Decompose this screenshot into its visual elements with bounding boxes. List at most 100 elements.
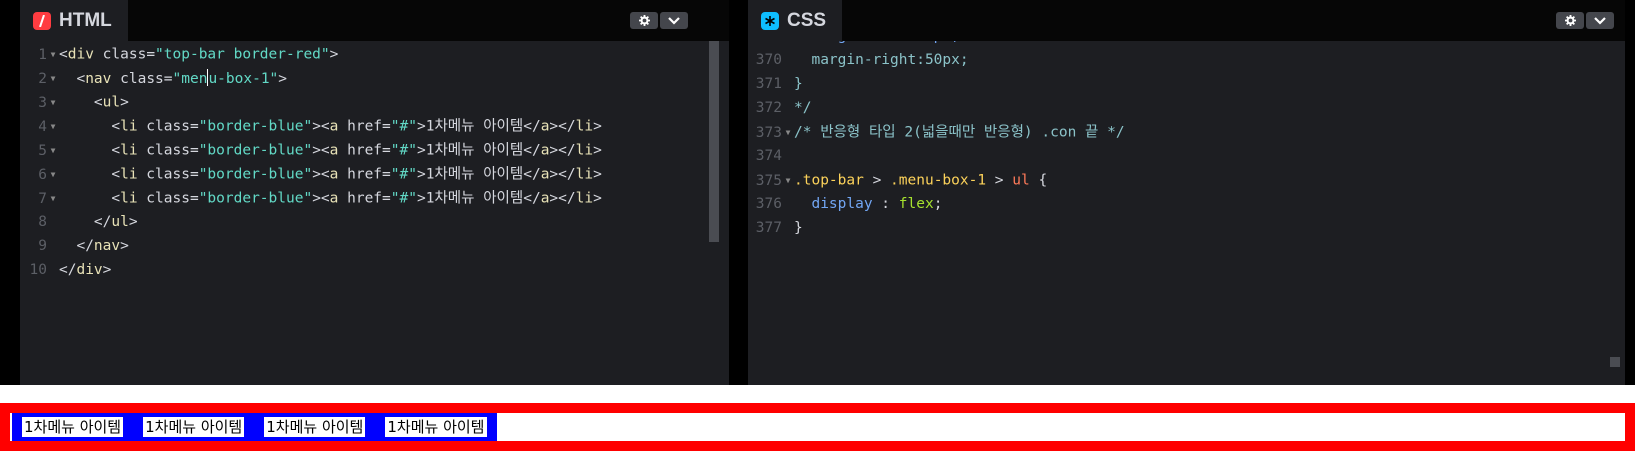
fold-arrow-icon[interactable]: ▼ — [47, 66, 59, 91]
code-token: "border-blue" — [198, 142, 313, 159]
css-code-editor[interactable]: 369 margin-left:50px;370 margin-right:50… — [748, 41, 1625, 385]
fold-arrow-icon[interactable]: ▼ — [47, 114, 59, 139]
fold-arrow-icon[interactable]: ▼ — [47, 90, 59, 115]
editor-area: HTML 1 ▼ <div class="top-bar border-red"> 2… — [0, 0, 1635, 385]
code-token: >< — [312, 142, 330, 159]
code-token: > — [416, 142, 426, 159]
code-line: 8 </ul> — [20, 210, 138, 235]
code-line: 377} — [748, 216, 803, 241]
line-number: 9 — [38, 238, 47, 254]
css-collapse-button[interactable] — [1586, 12, 1614, 29]
code-token: ></ — [549, 142, 576, 159]
code-line: 6 ▼ <li class="border-blue"><a href="#">1… — [20, 162, 602, 187]
code-token: ></ — [549, 166, 576, 183]
code-token: nav — [85, 70, 112, 87]
fold-arrow-icon[interactable]: ▼ — [782, 120, 794, 145]
code-token: >< — [312, 166, 330, 183]
code-text: </nav> — [59, 238, 129, 254]
code-token: class= — [93, 46, 156, 63]
code-token: ; — [933, 196, 943, 212]
code-line: 373 ▼/* 반응형 타입 2(넓을때만 반응형) .con 끝 */ — [748, 120, 1125, 145]
line-number: 6 — [38, 166, 47, 183]
fold-arrow-icon[interactable]: ▼ — [47, 162, 59, 187]
fold-arrow-icon[interactable]: ▼ — [47, 186, 59, 211]
fold-arrow-icon[interactable]: ▼ — [47, 42, 59, 67]
menu-box-1: 1차메뉴 아이템 1차메뉴 아이템 1차메뉴 아이템 1차메뉴 아이템 — [12, 413, 497, 441]
code-line: 375 ▼ .top-bar > .menu-box-1 > ul { — [748, 168, 1047, 193]
chevron-down-icon — [1594, 16, 1606, 25]
code-token: "#" — [390, 166, 417, 183]
code-token: ul — [102, 94, 121, 111]
code-token: > — [593, 190, 602, 207]
menu-item: 1차메뉴 아이템 — [143, 417, 265, 437]
css-settings-button[interactable] — [1556, 12, 1584, 29]
html-settings-button[interactable] — [630, 12, 658, 29]
code-line: 374 — [748, 144, 794, 169]
menu-item-link[interactable]: 1차메뉴 아이템 — [385, 417, 487, 437]
html-code-editor[interactable]: 1 ▼ <div class="top-bar border-red"> 2 ▼ <na… — [20, 41, 729, 385]
code-token: ul — [111, 214, 129, 230]
code-token: "#" — [390, 118, 417, 135]
code-text: .top-bar > .menu-box-1 > ul { — [794, 173, 1047, 189]
gear-icon — [638, 15, 650, 26]
code-line: 2 ▼ <nav class="menu-box-1"> — [20, 66, 287, 91]
html-editor-panel: HTML 1 ▼ <div class="top-bar border-red"> 2… — [20, 0, 729, 385]
code-text: <ul> — [59, 95, 129, 111]
code-line: 3 ▼ <ul> — [20, 90, 129, 115]
code-token: 1차메뉴 아이템 — [425, 166, 524, 183]
chevron-down-icon — [668, 16, 680, 25]
menu-item-link[interactable]: 1차메뉴 아이템 — [22, 417, 124, 437]
css-editor-panel: CSS 369 margin-left:50px;370 margin-righ… — [748, 0, 1625, 385]
html-collapse-button[interactable] — [660, 12, 688, 29]
code-token: */ — [794, 100, 812, 116]
line-number: 371 — [755, 76, 782, 92]
code-text: </div> — [59, 262, 111, 278]
code-token: class= — [137, 118, 199, 135]
code-token: > — [128, 214, 138, 230]
code-token: 1차메뉴 아이템 — [425, 190, 524, 207]
code-token: display — [794, 196, 873, 212]
resize-handle[interactable] — [1610, 357, 1620, 367]
code-token: li — [575, 142, 594, 159]
code-token: "border-blue" — [198, 118, 313, 135]
code-text: <li class="border-blue"><a href="#">1차메뉴… — [59, 166, 601, 183]
html-panel-controls — [630, 12, 688, 29]
code-text: margin-left:50px; — [794, 41, 959, 44]
code-token: li — [120, 118, 138, 135]
code-token: class= — [111, 70, 173, 87]
fold-arrow-icon[interactable]: ▼ — [782, 168, 794, 193]
html-scrollbar[interactable] — [709, 41, 719, 242]
code-token: li — [120, 190, 138, 207]
menu-item-link[interactable]: 1차메뉴 아이템 — [143, 417, 245, 437]
code-token: "#" — [390, 142, 417, 159]
line-number: 1 — [38, 46, 47, 63]
code-token: </ — [523, 190, 541, 207]
code-token: href= — [338, 142, 391, 159]
code-token: > — [593, 142, 602, 159]
code-token: flex — [898, 196, 934, 212]
code-token: </ — [59, 238, 94, 254]
code-token: > — [120, 238, 129, 254]
code-line: 370 margin-right:50px; — [748, 48, 969, 73]
code-line: 371} — [748, 72, 803, 97]
menu-item: 1차메뉴 아이템 — [385, 417, 487, 437]
code-line: 7 ▼ <li class="border-blue"><a href="#">1… — [20, 186, 602, 211]
line-number: 377 — [755, 220, 782, 236]
code-token: div — [76, 262, 103, 278]
code-text: <li class="border-blue"><a href="#">1차메뉴… — [59, 190, 602, 207]
code-token: </ — [59, 262, 77, 278]
code-line: 372 */ — [748, 96, 812, 121]
fold-arrow-icon[interactable]: ▼ — [47, 138, 59, 163]
html-panel-tab[interactable]: HTML — [20, 0, 128, 41]
html-logo-icon — [33, 11, 51, 30]
code-token: "border-blue" — [198, 166, 313, 183]
code-text: <li class="border-blue"><a href="#">1차메뉴… — [59, 118, 601, 135]
line-number: 8 — [38, 214, 47, 230]
css-panel-tab[interactable]: CSS — [748, 0, 843, 41]
code-text: </ul> — [59, 214, 138, 230]
code-token: < — [59, 142, 121, 159]
code-text: margin-right:50px; — [794, 52, 968, 68]
menu-item-link[interactable]: 1차메뉴 아이템 — [264, 417, 366, 437]
code-token: div — [67, 46, 94, 63]
code-token: < — [59, 94, 103, 111]
